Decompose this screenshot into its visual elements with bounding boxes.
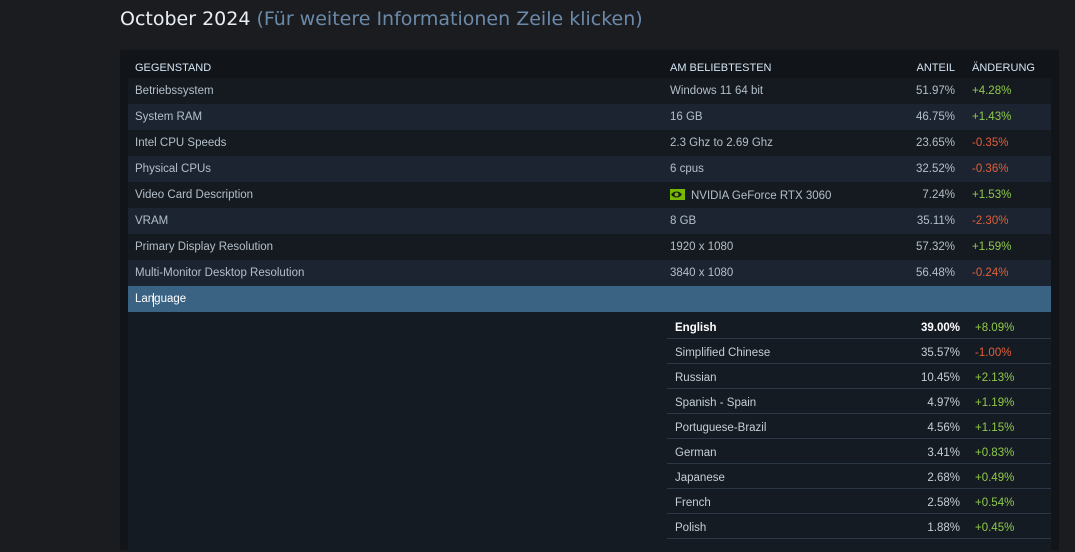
row-share: 35.11% bbox=[916, 215, 955, 227]
row-item: Betriebssystem bbox=[135, 85, 214, 97]
language-row[interactable]: Japanese 2.68% +0.49% bbox=[667, 464, 1051, 489]
header-item: GEGENSTAND bbox=[135, 62, 212, 74]
language-list: English 39.00% +8.09% Simplified Chinese… bbox=[667, 314, 1051, 539]
row-change: -0.36% bbox=[972, 163, 1009, 175]
language-share: 1.88% bbox=[927, 522, 960, 534]
language-row[interactable]: German 3.41% +0.83% bbox=[667, 439, 1051, 464]
language-row[interactable]: English 39.00% +8.09% bbox=[667, 314, 1051, 339]
row-popular: 2.3 Ghz to 2.69 Ghz bbox=[670, 137, 773, 149]
language-share: 2.58% bbox=[927, 497, 960, 509]
table-row[interactable]: System RAM 16 GB 46.75% +1.43% bbox=[128, 104, 1051, 130]
row-popular: NVIDIA GeForce RTX 3060 bbox=[670, 189, 831, 202]
language-share: 35.57% bbox=[920, 347, 960, 359]
row-popular: 16 GB bbox=[670, 111, 703, 123]
language-row[interactable]: Simplified Chinese 35.57% -1.00% bbox=[667, 339, 1051, 364]
page-title: October 2024 bbox=[120, 8, 251, 30]
page-heading: October 2024 (Für weitere Informationen … bbox=[120, 8, 643, 30]
language-row[interactable]: Russian 10.45% +2.13% bbox=[667, 364, 1051, 389]
table-row[interactable]: Video Card Description NVIDIA GeForce RT… bbox=[128, 182, 1051, 208]
row-share: 56.48% bbox=[915, 267, 955, 279]
table-header: GEGENSTAND AM BELIEBTESTEN ANTEIL ÄNDERU… bbox=[128, 59, 1051, 76]
language-share: 4.56% bbox=[927, 422, 960, 434]
row-item: Language bbox=[135, 293, 187, 305]
language-name: Portuguese-Brazil bbox=[675, 422, 767, 434]
row-item: Physical CPUs bbox=[135, 163, 212, 175]
table-row[interactable]: Multi-Monitor Desktop Resolution 3840 x … bbox=[128, 260, 1051, 286]
language-change: +0.45% bbox=[975, 522, 1015, 534]
language-name: English bbox=[675, 322, 717, 334]
row-change: -0.24% bbox=[972, 267, 1009, 279]
language-share: 10.45% bbox=[920, 372, 960, 384]
row-change: +1.53% bbox=[972, 189, 1012, 201]
language-share: 2.68% bbox=[927, 472, 960, 484]
language-name: Spanish - Spain bbox=[675, 397, 757, 409]
nvidia-logo-icon bbox=[670, 189, 685, 200]
row-change: +1.59% bbox=[972, 241, 1012, 253]
row-share: 57.32% bbox=[915, 241, 955, 253]
row-share: 32.52% bbox=[915, 163, 955, 175]
table-row[interactable]: VRAM 8 GB 35.11% -2.30% bbox=[128, 208, 1051, 234]
language-change: +1.19% bbox=[975, 397, 1015, 409]
click-hint: (Für weitere Informationen Zeile klicken… bbox=[256, 8, 643, 30]
row-popular: 8 GB bbox=[670, 215, 697, 227]
language-name: Polish bbox=[675, 522, 707, 534]
table-rows: Betriebssystem Windows 11 64 bit 51.97% … bbox=[128, 78, 1051, 312]
header-change: ÄNDERUNG bbox=[972, 62, 1035, 74]
row-change: -2.30% bbox=[972, 215, 1009, 227]
row-item: System RAM bbox=[135, 111, 203, 123]
row-item: Video Card Description bbox=[135, 189, 254, 201]
row-change: -0.35% bbox=[972, 137, 1009, 149]
language-change: +0.54% bbox=[975, 497, 1015, 509]
row-change: +4.28% bbox=[972, 85, 1012, 97]
language-row[interactable]: Portuguese-Brazil 4.56% +1.15% bbox=[667, 414, 1051, 439]
row-share: 51.97% bbox=[915, 85, 955, 97]
language-row[interactable]: Spanish - Spain 4.97% +1.19% bbox=[667, 389, 1051, 414]
header-share: ANTEIL bbox=[916, 62, 955, 74]
language-name: German bbox=[675, 447, 717, 459]
language-change: -1.00% bbox=[975, 347, 1012, 359]
text-cursor bbox=[153, 293, 154, 307]
row-share: 23.65% bbox=[915, 137, 955, 149]
row-change: +1.43% bbox=[972, 111, 1012, 123]
hardware-survey-table: GEGENSTAND AM BELIEBTESTEN ANTEIL ÄNDERU… bbox=[120, 50, 1059, 552]
language-row[interactable]: Polish 1.88% +0.45% bbox=[667, 514, 1051, 539]
table-row[interactable]: Intel CPU Speeds 2.3 Ghz to 2.69 Ghz 23.… bbox=[128, 130, 1051, 156]
language-change: +0.49% bbox=[975, 472, 1015, 484]
language-change: +2.13% bbox=[975, 372, 1015, 384]
language-share: 3.41% bbox=[927, 447, 960, 459]
language-change: +8.09% bbox=[975, 322, 1015, 334]
language-row[interactable]: French 2.58% +0.54% bbox=[667, 489, 1051, 514]
row-item: Multi-Monitor Desktop Resolution bbox=[135, 267, 305, 279]
row-share: 46.75% bbox=[915, 111, 955, 123]
language-name: Japanese bbox=[675, 472, 725, 484]
row-popular: 6 cpus bbox=[670, 163, 704, 175]
row-item: Intel CPU Speeds bbox=[135, 137, 227, 149]
language-change: +0.83% bbox=[975, 447, 1015, 459]
table-row-language[interactable]: Language bbox=[128, 286, 1051, 312]
language-share: 39.00% bbox=[920, 322, 960, 334]
table-row[interactable]: Physical CPUs 6 cpus 32.52% -0.36% bbox=[128, 156, 1051, 182]
row-share: 7.24% bbox=[922, 189, 955, 201]
language-name: French bbox=[675, 497, 711, 509]
language-name: Simplified Chinese bbox=[675, 347, 771, 359]
table-row[interactable]: Primary Display Resolution 1920 x 1080 5… bbox=[128, 234, 1051, 260]
row-item: VRAM bbox=[135, 215, 169, 227]
language-details-panel: English 39.00% +8.09% Simplified Chinese… bbox=[128, 312, 1051, 552]
header-popular: AM BELIEBTESTEN bbox=[670, 62, 772, 74]
row-popular: 3840 x 1080 bbox=[670, 267, 734, 279]
language-change: +1.15% bbox=[975, 422, 1015, 434]
language-name: Russian bbox=[675, 372, 717, 384]
table-row[interactable]: Betriebssystem Windows 11 64 bit 51.97% … bbox=[128, 78, 1051, 104]
gpu-name: NVIDIA GeForce RTX 3060 bbox=[691, 190, 832, 202]
language-share: 4.97% bbox=[927, 397, 960, 409]
row-popular: 1920 x 1080 bbox=[670, 241, 734, 253]
row-popular: Windows 11 64 bit bbox=[670, 85, 764, 97]
row-item: Primary Display Resolution bbox=[135, 241, 274, 253]
